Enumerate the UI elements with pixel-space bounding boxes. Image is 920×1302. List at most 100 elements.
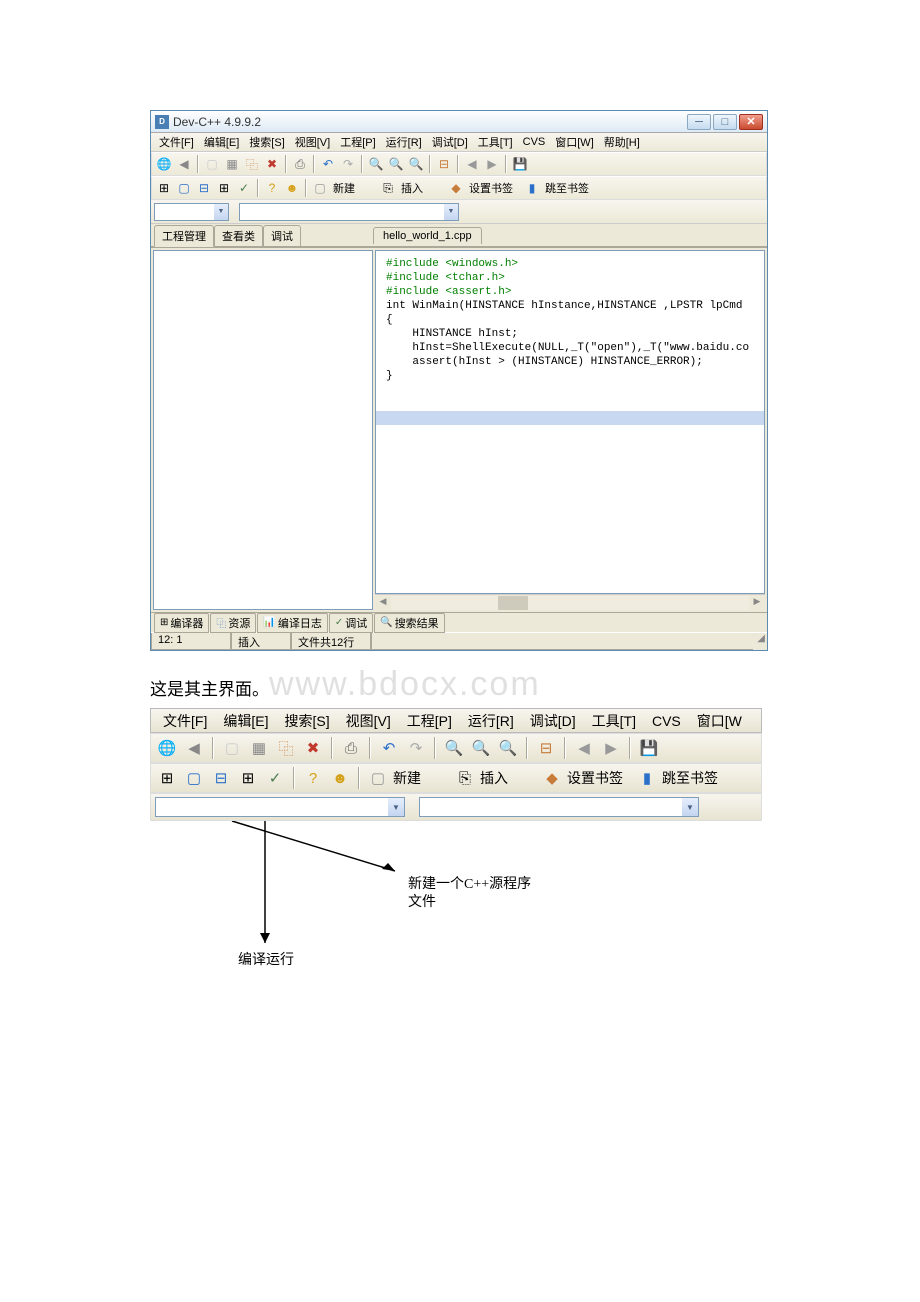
scroll-right-icon[interactable]: ▶ (749, 596, 765, 610)
combo-2[interactable]: ▼ (239, 203, 459, 221)
back-icon[interactable]: ◀ (182, 736, 206, 760)
new-file-icon[interactable]: ▢ (366, 766, 390, 790)
maximize-button[interactable]: □ (713, 114, 737, 130)
big-combo-1[interactable]: ▼ (155, 797, 405, 817)
menu-edit[interactable]: 编辑[E] (199, 133, 244, 151)
new-label[interactable]: 新建 (333, 180, 355, 196)
back-icon[interactable]: ◀ (175, 155, 193, 173)
big-combo-2[interactable]: ▼ (419, 797, 699, 817)
about-icon[interactable]: ☻ (328, 766, 352, 790)
tab-debug-bottom[interactable]: ✓调试 (329, 613, 373, 633)
find-icon[interactable]: 🔍 (367, 155, 385, 173)
set-bookmark-icon[interactable]: ◆ (447, 179, 465, 197)
compile-run-icon[interactable]: ⊟ (195, 179, 213, 197)
menu-search[interactable]: 搜索[S] (276, 709, 337, 733)
insert-icon[interactable]: ⎘ (379, 179, 397, 197)
new-file-icon[interactable]: ▢ (311, 179, 329, 197)
nav-right-icon[interactable]: ▶ (599, 736, 623, 760)
dropdown-arrow-icon[interactable]: ▼ (444, 204, 458, 220)
help-icon[interactable]: ? (301, 766, 325, 790)
tab-compilelog[interactable]: 📊编译日志 (257, 613, 327, 633)
menu-view[interactable]: 视图[V] (338, 709, 399, 733)
scroll-left-icon[interactable]: ◀ (375, 596, 391, 610)
redo-icon[interactable]: ↷ (404, 736, 428, 760)
project-tree[interactable] (153, 250, 373, 610)
scroll-track[interactable] (391, 596, 749, 610)
insert-label[interactable]: 插入 (401, 180, 423, 196)
menu-debug[interactable]: 调试[D] (522, 709, 584, 733)
menu-cvs[interactable]: CVS (644, 711, 689, 731)
menu-help[interactable]: 帮助[H] (599, 133, 645, 151)
compile-run-icon[interactable]: ⊟ (209, 766, 233, 790)
tab-debug[interactable]: 调试 (263, 225, 301, 246)
check-icon[interactable]: ✓ (263, 766, 287, 790)
insert-label[interactable]: 插入 (480, 768, 508, 788)
open-icon[interactable]: ▦ (247, 736, 271, 760)
print-icon[interactable]: ⎙ (339, 736, 363, 760)
menu-debug[interactable]: 调试[D] (427, 133, 473, 151)
set-bookmark-label[interactable]: 设置书签 (469, 180, 513, 196)
minimize-button[interactable]: ─ (687, 114, 711, 130)
code-editor[interactable]: #include <windows.h> #include <tchar.h> … (375, 250, 765, 594)
set-bookmark-icon[interactable]: ◆ (540, 766, 564, 790)
compile-icon[interactable]: ⊞ (155, 179, 173, 197)
undo-icon[interactable]: ↶ (319, 155, 337, 173)
dropdown-arrow-icon[interactable]: ▼ (682, 798, 698, 816)
find2-icon[interactable]: 🔍 (387, 155, 405, 173)
nav-left-icon[interactable]: ◀ (463, 155, 481, 173)
copy-icon[interactable]: ⿻ (274, 736, 298, 760)
copy-icon[interactable]: ⿻ (243, 155, 261, 173)
menu-tools[interactable]: 工具[T] (473, 133, 518, 151)
globe-icon[interactable]: 🌐 (155, 155, 173, 173)
delete-icon[interactable]: ✖ (263, 155, 281, 173)
menu-project[interactable]: 工程[P] (399, 709, 460, 733)
disk-icon[interactable]: 💾 (511, 155, 529, 173)
disk-icon[interactable]: 💾 (637, 736, 661, 760)
insert-icon[interactable]: ⎘ (453, 766, 477, 790)
tab-project[interactable]: 工程管理 (154, 225, 214, 247)
tab-resources[interactable]: ⿻资源 (210, 613, 256, 633)
about-icon[interactable]: ☻ (283, 179, 301, 197)
close-button[interactable]: ✕ (739, 114, 763, 130)
horizontal-scrollbar[interactable]: ◀ ▶ (375, 594, 765, 610)
goto-bookmark-icon[interactable]: ▮ (523, 179, 541, 197)
menu-file[interactable]: 文件[F] (155, 709, 215, 733)
menu-view[interactable]: 视图[V] (290, 133, 335, 151)
run-icon[interactable]: ▢ (182, 766, 206, 790)
find-icon[interactable]: 🔍 (442, 736, 466, 760)
compile-icon[interactable]: ⊞ (155, 766, 179, 790)
goto-bookmark-label[interactable]: 跳至书签 (662, 768, 718, 788)
set-bookmark-label[interactable]: 设置书签 (567, 768, 623, 788)
new-label[interactable]: 新建 (393, 768, 421, 788)
redo-icon[interactable]: ↷ (339, 155, 357, 173)
rebuild-icon[interactable]: ⊞ (236, 766, 260, 790)
nav-left-icon[interactable]: ◀ (572, 736, 596, 760)
menu-run[interactable]: 运行[R] (460, 709, 522, 733)
menu-search[interactable]: 搜索[S] (244, 133, 289, 151)
print-icon[interactable]: ⎙ (291, 155, 309, 173)
indent-icon[interactable]: ⊟ (435, 155, 453, 173)
find2-icon[interactable]: 🔍 (469, 736, 493, 760)
dropdown-arrow-icon[interactable]: ▼ (388, 798, 404, 816)
scroll-thumb[interactable] (498, 596, 528, 610)
combo-1[interactable]: ▼ (154, 203, 229, 221)
menu-project[interactable]: 工程[P] (335, 133, 380, 151)
tab-classes[interactable]: 查看类 (214, 225, 263, 246)
globe-icon[interactable]: 🌐 (155, 736, 179, 760)
file-tab[interactable]: hello_world_1.cpp (373, 227, 482, 244)
goto-bookmark-icon[interactable]: ▮ (635, 766, 659, 790)
tab-search-results[interactable]: 🔍搜索结果 (374, 613, 444, 633)
menu-run[interactable]: 运行[R] (381, 133, 427, 151)
run-icon[interactable]: ▢ (175, 179, 193, 197)
menu-window[interactable]: 窗口[W (689, 709, 750, 733)
resize-grip-icon[interactable]: ◢ (753, 633, 767, 650)
find3-icon[interactable]: 🔍 (496, 736, 520, 760)
undo-icon[interactable]: ↶ (377, 736, 401, 760)
menu-cvs[interactable]: CVS (518, 135, 551, 149)
new-icon[interactable]: ▢ (220, 736, 244, 760)
find3-icon[interactable]: 🔍 (407, 155, 425, 173)
goto-bookmark-label[interactable]: 跳至书签 (545, 180, 589, 196)
open-icon[interactable]: ▦ (223, 155, 241, 173)
help-icon[interactable]: ? (263, 179, 281, 197)
delete-icon[interactable]: ✖ (301, 736, 325, 760)
